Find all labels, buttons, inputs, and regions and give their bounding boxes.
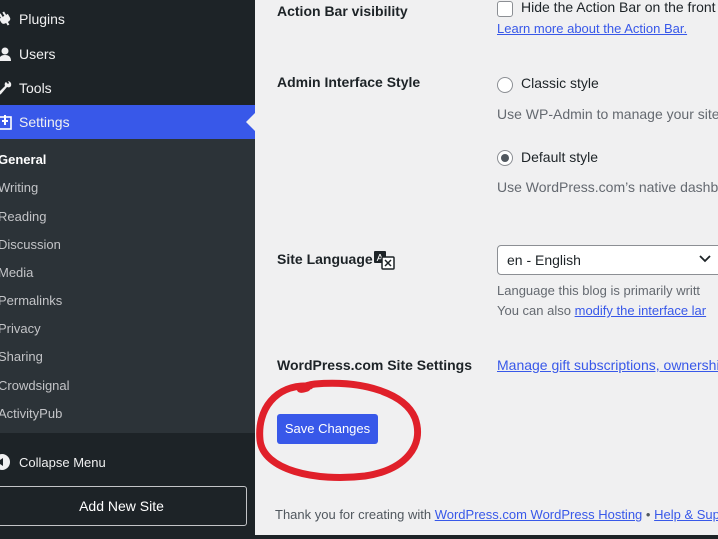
settings-main: Action Bar visibility Hide the Action Ba… (255, 0, 718, 535)
sidebar-item-label: Tools (19, 80, 52, 96)
chevron-down-icon (699, 255, 711, 263)
settings-icon (0, 115, 12, 130)
collapse-menu-button[interactable]: Collapse Menu (0, 447, 255, 477)
site-language-desc-2: You can also modify the interface lar (497, 303, 706, 318)
modify-interface-language-link[interactable]: modify the interface lar (575, 303, 707, 318)
hide-action-bar-label: Hide the Action Bar on the front (521, 0, 716, 15)
collapse-menu-label: Collapse Menu (19, 455, 106, 470)
classic-style-radio[interactable] (497, 77, 513, 93)
site-language-desc-prefix: You can also (497, 303, 571, 318)
sidebar-item-users[interactable]: Users (0, 37, 255, 71)
collapse-arrow-icon (0, 454, 10, 470)
action-bar-row: Action Bar visibility Hide the Action Ba… (255, 0, 718, 43)
sidebar-item-settings[interactable]: Settings (0, 105, 255, 139)
hide-action-bar-checkbox[interactable] (497, 1, 513, 17)
admin-style-label: Admin Interface Style (277, 74, 421, 90)
settings-submenu: General Writing Reading Discussion Media… (0, 139, 255, 433)
wrench-icon (0, 81, 12, 95)
sidebar-item-label: Users (19, 46, 56, 62)
classic-style-desc: Use WP-Admin to manage your site (497, 106, 718, 122)
save-changes-button[interactable]: Save Changes (277, 414, 378, 444)
wpcom-hosting-link[interactable]: WordPress.com WordPress Hosting (435, 507, 643, 522)
footer-prefix: Thank you for creating with (275, 507, 432, 522)
help-support-link[interactable]: Help & Supp (654, 507, 718, 522)
admin-sidebar: Plugins Users Tools Settings General Wri… (0, 0, 255, 539)
submenu-item-writing[interactable]: Writing (0, 180, 38, 195)
footer-separator: • (645, 507, 651, 522)
submenu-item-privacy[interactable]: Privacy (0, 321, 41, 336)
translate-icon: A (374, 251, 395, 270)
submenu-item-activitypub[interactable]: ActivityPub (0, 406, 62, 421)
default-style-radio[interactable] (497, 150, 513, 166)
submenu-item-sharing[interactable]: Sharing (0, 349, 43, 364)
action-bar-label: Action Bar visibility (277, 3, 408, 19)
sidebar-item-label: Plugins (19, 11, 65, 27)
submenu-item-reading[interactable]: Reading (0, 209, 46, 224)
default-style-desc: Use WordPress.com’s native dashbo (497, 179, 718, 195)
sidebar-item-label: Settings (19, 114, 70, 130)
submenu-item-permalinks[interactable]: Permalinks (0, 293, 62, 308)
site-language-label: Site Language (277, 251, 373, 267)
site-language-value: en - English (507, 252, 581, 268)
sidebar-item-tools[interactable]: Tools (0, 71, 255, 105)
wpcom-settings-label: WordPress.com Site Settings (277, 357, 473, 373)
classic-style-label: Classic style (521, 75, 599, 91)
users-icon (0, 47, 11, 61)
sidebar-item-plugins[interactable]: Plugins (0, 2, 255, 36)
submenu-item-general[interactable]: General (0, 152, 46, 167)
manage-gift-subscriptions-link[interactable]: Manage gift subscriptions, ownershi (497, 357, 718, 373)
action-bar-learn-more-link[interactable]: Learn more about the Action Bar. (497, 21, 687, 36)
submenu-item-media[interactable]: Media (0, 265, 33, 280)
submenu-item-crowdsignal[interactable]: Crowdsignal (0, 378, 70, 393)
admin-footer: Thank you for creating with WordPress.co… (275, 507, 718, 522)
bottom-edge-bar (0, 535, 718, 539)
add-new-site-button[interactable]: Add New Site (0, 486, 247, 526)
default-style-label: Default style (521, 149, 599, 165)
site-language-desc: Language this blog is primarily writt (497, 283, 701, 298)
plugin-icon (0, 11, 11, 26)
site-language-select[interactable]: en - English (497, 245, 718, 275)
submenu-item-discussion[interactable]: Discussion (0, 237, 61, 252)
